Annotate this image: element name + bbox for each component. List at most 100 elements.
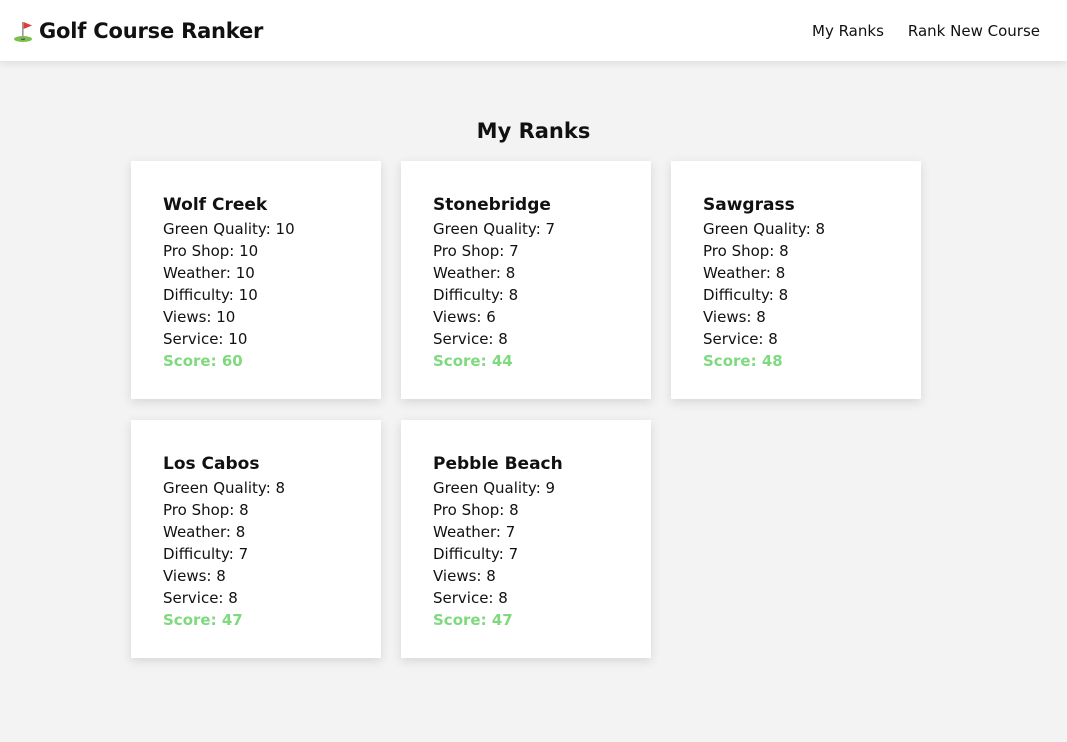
score-value: 47 — [221, 611, 243, 629]
difficulty-label: Difficulty: — [433, 286, 504, 304]
course-name: Stonebridge — [433, 195, 551, 215]
green-quality-line: Green Quality: 7 — [433, 218, 651, 240]
pro-shop-line: Pro Shop: 10 — [163, 240, 381, 262]
green-quality-label: Green Quality: — [703, 220, 811, 238]
weather-value: 8 — [505, 264, 516, 282]
pro-shop-label: Pro Shop: — [163, 242, 235, 260]
nav-rank-new-course[interactable]: Rank New Course — [908, 22, 1040, 40]
pro-shop-value: 7 — [509, 242, 519, 260]
pro-shop-label: Pro Shop: — [433, 501, 505, 519]
pro-shop-line: Pro Shop: 8 — [703, 240, 921, 262]
views-line: Views: 8 — [703, 306, 921, 328]
score-label: Score: — [703, 352, 757, 370]
green-quality-line: Green Quality: 8 — [703, 218, 921, 240]
course-card: Wolf Creek Green Quality: 10 Pro Shop: 1… — [131, 161, 381, 399]
score-label: Score: — [433, 352, 487, 370]
score-value: 44 — [491, 352, 513, 370]
pro-shop-label: Pro Shop: — [163, 501, 235, 519]
difficulty-label: Difficulty: — [163, 545, 234, 563]
difficulty-value: 7 — [238, 545, 249, 563]
app-title: Golf Course Ranker — [39, 18, 264, 43]
views-line: Views: 8 — [433, 565, 651, 587]
green-quality-label: Green Quality: — [163, 220, 271, 238]
score-label: Score: — [163, 611, 217, 629]
course-card: Sawgrass Green Quality: 8 Pro Shop: 8 We… — [671, 161, 921, 399]
views-label: Views: — [433, 567, 482, 585]
green-quality-value: 10 — [275, 220, 295, 238]
course-name: Sawgrass — [703, 195, 795, 215]
views-line: Views: 6 — [433, 306, 651, 328]
difficulty-line: Difficulty: 8 — [433, 284, 651, 306]
service-label: Service: — [163, 330, 224, 348]
weather-line: Weather: 10 — [163, 262, 381, 284]
service-line: Service: 8 — [703, 328, 921, 350]
service-value: 8 — [498, 330, 508, 348]
weather-label: Weather: — [433, 264, 501, 282]
score-value: 60 — [221, 352, 243, 370]
weather-label: Weather: — [163, 523, 231, 541]
weather-value: 10 — [235, 264, 255, 282]
course-card: Pebble Beach Green Quality: 9 Pro Shop: … — [401, 420, 651, 658]
weather-line: Weather: 8 — [433, 262, 651, 284]
score-line: Score: 44 — [433, 350, 651, 372]
difficulty-value: 8 — [508, 286, 519, 304]
difficulty-label: Difficulty: — [703, 286, 774, 304]
weather-line: Weather: 7 — [433, 521, 651, 543]
pro-shop-line: Pro Shop: 7 — [433, 240, 651, 262]
difficulty-value: 7 — [508, 545, 519, 563]
difficulty-line: Difficulty: 7 — [163, 543, 381, 565]
difficulty-label: Difficulty: — [433, 545, 504, 563]
green-quality-line: Green Quality: 10 — [163, 218, 381, 240]
score-line: Score: 60 — [163, 350, 381, 372]
green-quality-value: 7 — [545, 220, 556, 238]
views-label: Views: — [703, 308, 752, 326]
navbar: Golf Course Ranker My Ranks Rank New Cou… — [0, 0, 1067, 61]
service-label: Service: — [703, 330, 764, 348]
pro-shop-value: 8 — [779, 242, 789, 260]
views-value: 8 — [756, 308, 766, 326]
pro-shop-value: 10 — [239, 242, 259, 260]
service-line: Service: 8 — [163, 587, 381, 609]
service-value: 8 — [498, 589, 508, 607]
views-value: 8 — [486, 567, 496, 585]
score-line: Score: 48 — [703, 350, 921, 372]
views-label: Views: — [433, 308, 482, 326]
course-card: Los Cabos Green Quality: 8 Pro Shop: 8 W… — [131, 420, 381, 658]
pro-shop-value: 8 — [509, 501, 519, 519]
course-name: Los Cabos — [163, 454, 260, 474]
service-value: 10 — [228, 330, 248, 348]
pro-shop-line: Pro Shop: 8 — [163, 499, 381, 521]
weather-label: Weather: — [703, 264, 771, 282]
views-label: Views: — [163, 308, 212, 326]
green-quality-line: Green Quality: 9 — [433, 477, 651, 499]
service-label: Service: — [433, 589, 494, 607]
service-label: Service: — [433, 330, 494, 348]
nav-my-ranks[interactable]: My Ranks — [812, 22, 884, 40]
page-title: My Ranks — [476, 119, 591, 143]
green-quality-line: Green Quality: 8 — [163, 477, 381, 499]
score-label: Score: — [163, 352, 217, 370]
brand[interactable]: Golf Course Ranker — [11, 19, 263, 43]
course-name: Pebble Beach — [433, 454, 563, 474]
green-quality-label: Green Quality: — [433, 220, 541, 238]
service-line: Service: 8 — [433, 587, 651, 609]
green-quality-label: Green Quality: — [163, 479, 271, 497]
weather-value: 8 — [235, 523, 246, 541]
weather-line: Weather: 8 — [703, 262, 921, 284]
difficulty-line: Difficulty: 10 — [163, 284, 381, 306]
score-line: Score: 47 — [163, 609, 381, 631]
pro-shop-label: Pro Shop: — [703, 242, 775, 260]
weather-label: Weather: — [433, 523, 501, 541]
difficulty-line: Difficulty: 7 — [433, 543, 651, 565]
golf-flag-icon — [11, 19, 35, 43]
views-label: Views: — [163, 567, 212, 585]
weather-line: Weather: 8 — [163, 521, 381, 543]
green-quality-label: Green Quality: — [433, 479, 541, 497]
course-card: Stonebridge Green Quality: 7 Pro Shop: 7… — [401, 161, 651, 399]
pro-shop-value: 8 — [239, 501, 249, 519]
views-value: 8 — [216, 567, 226, 585]
score-line: Score: 47 — [433, 609, 651, 631]
service-label: Service: — [163, 589, 224, 607]
pro-shop-line: Pro Shop: 8 — [433, 499, 651, 521]
difficulty-value: 8 — [778, 286, 789, 304]
